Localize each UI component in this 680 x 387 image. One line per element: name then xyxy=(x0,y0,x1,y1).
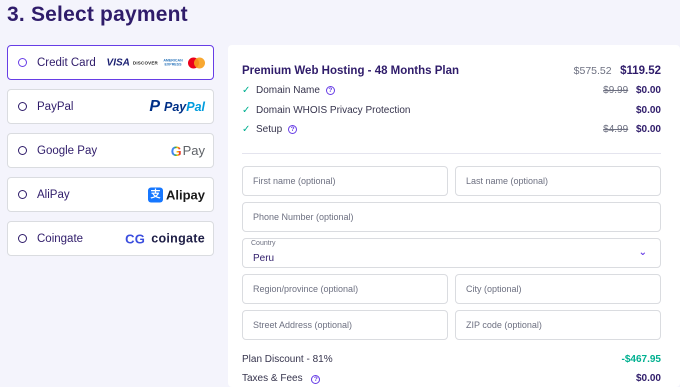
feature-label: Domain WHOIS Privacy Protection xyxy=(256,105,411,116)
plan-new-price: $119.52 xyxy=(620,65,661,77)
feature-label: Setup xyxy=(256,124,283,135)
last-name-field[interactable]: Last name (optional) xyxy=(455,166,661,196)
help-icon[interactable]: ? xyxy=(325,86,335,95)
page-title: 3. Select payment xyxy=(7,3,188,26)
radio-button[interactable] xyxy=(18,102,27,111)
radio-button[interactable] xyxy=(18,234,27,243)
mastercard-icon xyxy=(188,57,205,68)
plan-discount-value: -$467.95 xyxy=(621,354,661,365)
payment-method-label: PayPal xyxy=(37,100,74,113)
order-summary-panel: Premium Web Hosting - 48 Months Plan $57… xyxy=(228,45,680,387)
first-name-field[interactable]: First name (optional) xyxy=(242,166,448,196)
payment-methods: Credit Card VISA DISCOVER AMERICAN EXPRE… xyxy=(7,45,214,265)
feature-price: $0.00 xyxy=(635,124,661,135)
card-brands-icon: VISA DISCOVER AMERICAN EXPRESS xyxy=(107,57,205,68)
radio-button[interactable] xyxy=(18,58,27,67)
alipay-icon: 支 Alipay xyxy=(147,187,205,202)
check-icon: ✓ xyxy=(242,85,251,96)
radio-button[interactable] xyxy=(18,190,27,199)
check-icon: ✓ xyxy=(242,105,251,116)
plan-discount-label: Plan Discount - 81% xyxy=(242,354,333,365)
payment-method-label: Coingate xyxy=(37,232,84,245)
taxes-row: Taxes & Fees ? $0.00 xyxy=(242,373,661,384)
chevron-down-icon[interactable]: ⌄ xyxy=(639,247,647,258)
taxes-value: $0.00 xyxy=(635,373,661,384)
feature-row-setup: ✓ Setup ? $4.99 $0.00 xyxy=(242,124,661,135)
feature-price: $0.00 xyxy=(635,105,661,116)
street-address-field[interactable]: Street Address (optional) xyxy=(242,310,448,340)
payment-method-alipay[interactable]: AliPay 支 Alipay xyxy=(7,177,214,212)
google-pay-icon: G Pay xyxy=(170,142,205,159)
payment-method-label: AliPay xyxy=(37,188,70,201)
country-label: Country xyxy=(251,240,276,247)
divider xyxy=(242,153,661,154)
feature-row-whois-privacy: ✓ Domain WHOIS Privacy Protection $0.00 xyxy=(242,105,661,116)
help-icon[interactable]: ? xyxy=(288,125,298,134)
plan-old-price: $575.52 xyxy=(573,65,612,77)
phone-number-field[interactable]: Phone Number (optional) xyxy=(242,202,661,232)
city-field[interactable]: City (optional) xyxy=(455,274,661,304)
feature-old-price: $4.99 xyxy=(603,124,629,135)
taxes-label: Taxes & Fees xyxy=(242,373,303,384)
plan-discount-row: Plan Discount - 81% -$467.95 xyxy=(242,354,661,365)
country-value: Peru xyxy=(253,253,275,264)
payment-method-label: Credit Card xyxy=(37,56,96,69)
payment-method-coingate[interactable]: Coingate CG coingate xyxy=(7,221,214,256)
payment-method-paypal[interactable]: PayPal P Pay Pal xyxy=(7,89,214,124)
feature-row-domain-name: ✓ Domain Name ? $9.99 $0.00 xyxy=(242,85,661,96)
visa-icon: VISA xyxy=(106,57,130,68)
radio-button[interactable] xyxy=(18,146,27,155)
check-icon: ✓ xyxy=(242,124,251,135)
feature-price: $0.00 xyxy=(635,85,661,96)
paypal-icon: P Pay Pal xyxy=(149,97,205,115)
region-field[interactable]: Region/province (optional) xyxy=(242,274,448,304)
payment-method-label: Google Pay xyxy=(37,144,98,157)
coingate-icon: CG coingate xyxy=(125,231,205,246)
country-select[interactable]: Country Peru ⌄ xyxy=(242,238,661,268)
discover-icon: DISCOVER xyxy=(132,60,158,65)
feature-label: Domain Name xyxy=(256,85,320,96)
payment-method-google-pay[interactable]: Google Pay G Pay xyxy=(7,133,214,168)
zip-code-field[interactable]: ZIP code (optional) xyxy=(455,310,661,340)
amex-icon: AMERICAN EXPRESS xyxy=(161,57,185,68)
payment-method-credit-card[interactable]: Credit Card VISA DISCOVER AMERICAN EXPRE… xyxy=(7,45,214,80)
feature-old-price: $9.99 xyxy=(603,85,629,96)
help-icon[interactable]: ? xyxy=(311,375,321,384)
plan-name: Premium Web Hosting - 48 Months Plan xyxy=(242,65,460,77)
plan-row: Premium Web Hosting - 48 Months Plan $57… xyxy=(242,61,661,79)
